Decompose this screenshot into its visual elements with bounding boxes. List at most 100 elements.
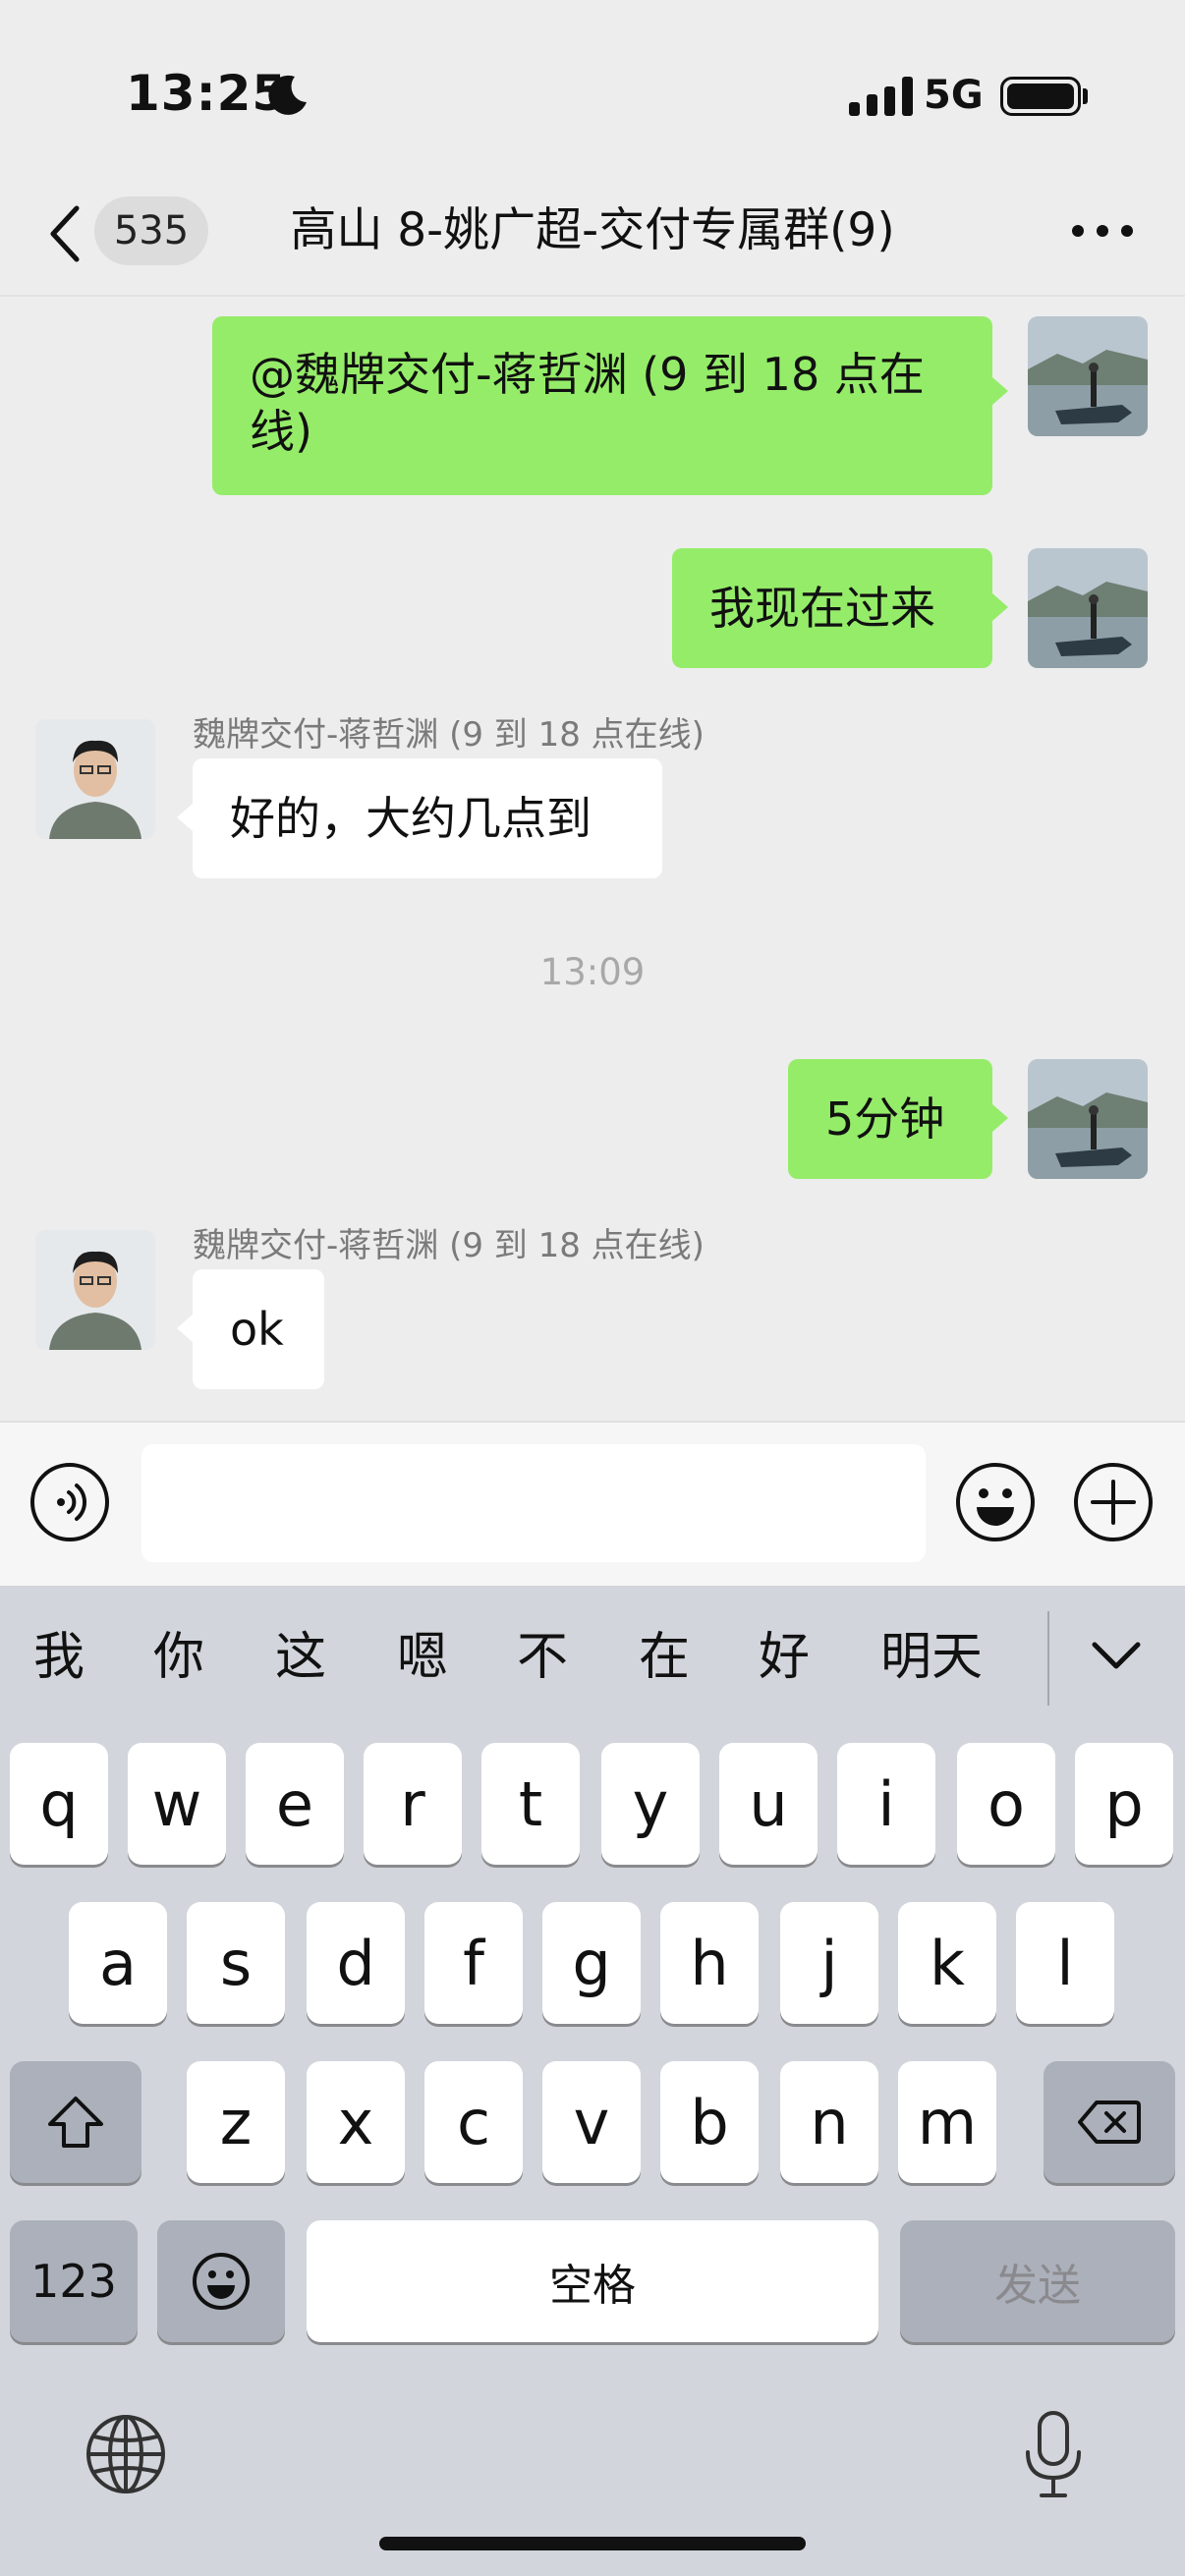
my-avatar[interactable]	[1028, 548, 1148, 668]
chat-title: 高山 8-姚广超-交付专属群(9)	[290, 203, 895, 257]
key-l[interactable]: l	[1016, 1902, 1114, 2024]
message-input[interactable]	[141, 1444, 926, 1562]
key-t[interactable]: t	[481, 1743, 580, 1865]
nav-divider	[0, 295, 1185, 297]
numbers-key[interactable]: 123	[10, 2220, 138, 2342]
emoji-key[interactable]	[157, 2220, 285, 2342]
key-c[interactable]: c	[424, 2061, 523, 2183]
key-s[interactable]: s	[187, 1902, 285, 2024]
key-j[interactable]: j	[780, 1902, 878, 2024]
network-label: 5G	[924, 73, 984, 118]
key-i[interactable]: i	[837, 1743, 935, 1865]
key-w[interactable]: w	[128, 1743, 226, 1865]
backspace-icon	[1078, 2100, 1141, 2144]
key-label: p	[1104, 1767, 1144, 1840]
key-label: v	[573, 2086, 610, 2158]
bubble-tail	[177, 804, 193, 831]
sender-name: 魏牌交付-蒋哲渊 (9 到 18 点在线)	[193, 1226, 705, 1265]
key-x[interactable]: x	[307, 2061, 405, 2183]
key-v[interactable]: v	[542, 2061, 641, 2183]
more-icon[interactable]	[1071, 224, 1134, 238]
key-label: h	[690, 1927, 729, 1999]
message-bubble[interactable]: 好的，大约几点到	[193, 758, 662, 878]
person-photo-icon	[35, 719, 155, 839]
suggestion-item[interactable]: 在	[633, 1623, 696, 1692]
bubble-tail	[992, 1104, 1008, 1132]
key-label: q	[39, 1767, 79, 1840]
suggestion-item[interactable]: 不	[511, 1623, 574, 1692]
message-text: 好的，大约几点到	[230, 792, 592, 845]
key-g[interactable]: g	[542, 1902, 641, 2024]
message-text: @魏牌交付-蒋哲渊 (9 到 18 点在线)	[250, 348, 925, 458]
key-m[interactable]: m	[898, 2061, 996, 2183]
key-label: i	[877, 1767, 895, 1840]
shift-icon	[48, 2097, 103, 2148]
suggestion-item[interactable]: 你	[147, 1623, 210, 1692]
send-key[interactable]: 发送	[900, 2220, 1175, 2342]
suggestion-divider	[1047, 1611, 1049, 1706]
space-key[interactable]: 空格	[307, 2220, 878, 2342]
key-label: f	[463, 1927, 484, 1999]
suggestion-item[interactable]: 好	[753, 1623, 816, 1692]
message-bubble[interactable]: 我现在过来	[672, 548, 992, 668]
key-label: e	[275, 1767, 314, 1840]
key-label: l	[1056, 1927, 1074, 1999]
contact-avatar[interactable]	[35, 719, 155, 839]
unread-count-badge[interactable]: 535	[94, 196, 208, 265]
key-b[interactable]: b	[660, 2061, 759, 2183]
my-avatar[interactable]	[1028, 1059, 1148, 1179]
battery-icon	[1000, 77, 1081, 116]
battery-tip	[1083, 88, 1088, 104]
key-d[interactable]: d	[307, 1902, 405, 2024]
emoji-icon[interactable]	[955, 1462, 1036, 1542]
key-k[interactable]: k	[898, 1902, 996, 2024]
message-bubble[interactable]: ok	[193, 1269, 324, 1389]
person-photo-icon	[35, 1230, 155, 1350]
signal-icon	[849, 77, 914, 116]
key-u[interactable]: u	[719, 1743, 818, 1865]
key-r[interactable]: r	[364, 1743, 462, 1865]
suggestion-item[interactable]: 明天	[875, 1623, 988, 1692]
key-h[interactable]: h	[660, 1902, 759, 2024]
key-label: 发送	[994, 2261, 1081, 2311]
key-label: w	[151, 1767, 202, 1840]
key-q[interactable]: q	[10, 1743, 108, 1865]
status-time: 13:25	[126, 65, 288, 122]
message-bubble[interactable]: 5分钟	[788, 1059, 992, 1179]
backspace-key[interactable]	[1044, 2061, 1175, 2183]
suggestion-item[interactable]: 这	[269, 1623, 332, 1692]
key-z[interactable]: z	[187, 2061, 285, 2183]
key-label: r	[400, 1767, 425, 1840]
key-y[interactable]: y	[601, 1743, 700, 1865]
key-f[interactable]: f	[424, 1902, 523, 2024]
plus-icon[interactable]	[1073, 1462, 1154, 1542]
collapse-keyboard-icon[interactable]	[1087, 1635, 1146, 1674]
back-chevron-icon[interactable]	[47, 204, 83, 263]
contact-avatar[interactable]	[35, 1230, 155, 1350]
globe-icon[interactable]	[85, 2413, 167, 2495]
key-label: m	[917, 2086, 978, 2158]
key-o[interactable]: o	[957, 1743, 1055, 1865]
lake-photo-icon	[1028, 548, 1148, 668]
key-label: j	[820, 1927, 838, 1999]
key-a[interactable]: a	[69, 1902, 167, 2024]
shift-key[interactable]	[10, 2061, 141, 2183]
key-n[interactable]: n	[780, 2061, 878, 2183]
message-text: 我现在过来	[709, 582, 935, 635]
key-label: c	[456, 2086, 491, 2158]
message-text: ok	[230, 1303, 284, 1356]
message-timestamp: 13:09	[539, 951, 646, 993]
suggestion-item[interactable]: 嗯	[391, 1623, 454, 1692]
sender-name: 魏牌交付-蒋哲渊 (9 到 18 点在线)	[193, 715, 705, 755]
home-indicator	[379, 2537, 806, 2550]
key-e[interactable]: e	[246, 1743, 344, 1865]
suggestion-item[interactable]: 我	[28, 1623, 90, 1692]
key-label: t	[518, 1767, 543, 1840]
key-label: a	[99, 1927, 137, 1999]
voice-icon[interactable]	[29, 1462, 110, 1542]
lake-photo-icon	[1028, 316, 1148, 436]
my-avatar[interactable]	[1028, 316, 1148, 436]
message-bubble[interactable]: @魏牌交付-蒋哲渊 (9 到 18 点在线)	[212, 316, 992, 495]
mic-icon[interactable]	[1022, 2409, 1085, 2499]
key-p[interactable]: p	[1075, 1743, 1173, 1865]
